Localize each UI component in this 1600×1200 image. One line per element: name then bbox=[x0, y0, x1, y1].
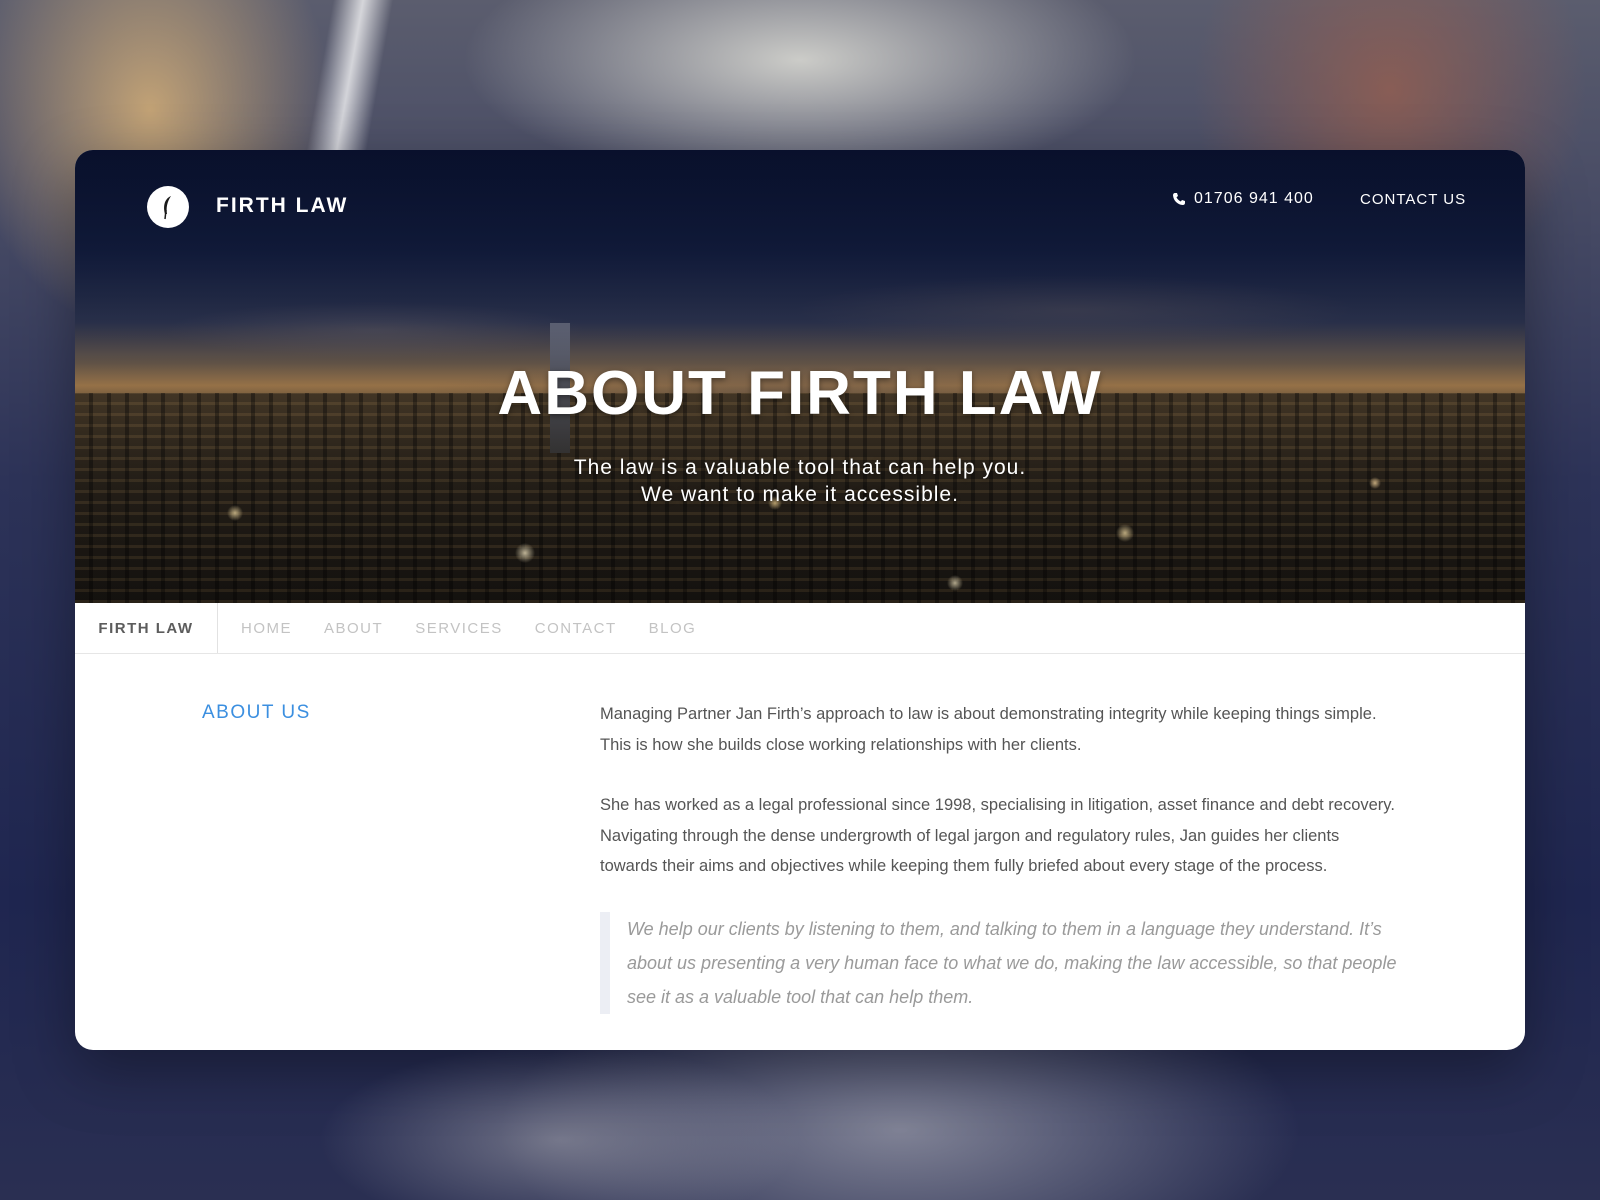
contact-us-link[interactable]: CONTACT US bbox=[1360, 191, 1466, 208]
testimonial-quote: We help our clients by listening to them… bbox=[600, 911, 1400, 1014]
about-body: Managing Partner Jan Firth’s approach to… bbox=[600, 699, 1400, 1014]
hero-title: ABOUT FIRTH LAW bbox=[497, 359, 1103, 428]
nav-item-about[interactable]: ABOUT bbox=[324, 620, 383, 637]
nav-item-contact[interactable]: CONTACT bbox=[535, 620, 617, 637]
nav-brand[interactable]: FIRTH LAW bbox=[75, 603, 218, 653]
main-navigation: FIRTH LAW HOME ABOUT SERVICES CONTACT BL… bbox=[75, 603, 1525, 654]
nav-links: HOME ABOUT SERVICES CONTACT BLOG bbox=[218, 603, 728, 653]
hero-subtitle-line2: We want to make it accessible. bbox=[641, 483, 959, 506]
hero-subtitle: The law is a valuable tool that can help… bbox=[75, 454, 1525, 508]
feather-logo-icon[interactable] bbox=[147, 186, 189, 228]
top-bar: FIRTH LAW 01706 941 400 CONTACT US bbox=[75, 150, 1525, 270]
hero-subtitle-line1: The law is a valuable tool that can help… bbox=[573, 456, 1027, 479]
paragraph-approach: Managing Partner Jan Firth’s approach to… bbox=[600, 705, 1377, 754]
nav-item-home[interactable]: HOME bbox=[241, 620, 292, 637]
nav-item-blog[interactable]: BLOG bbox=[649, 620, 697, 637]
nav-item-services[interactable]: SERVICES bbox=[415, 620, 503, 637]
phone-icon bbox=[1172, 192, 1186, 206]
browser-window: FIRTH LAW 01706 941 400 CONTACT US ABOUT… bbox=[75, 150, 1525, 1050]
brand-name[interactable]: FIRTH LAW bbox=[216, 194, 348, 218]
phone-number[interactable]: 01706 941 400 bbox=[1172, 190, 1314, 208]
hero-banner: FIRTH LAW 01706 941 400 CONTACT US ABOUT… bbox=[75, 150, 1525, 603]
paragraph-experience: She has worked as a legal professional s… bbox=[600, 796, 1395, 875]
section-title: ABOUT US bbox=[202, 702, 311, 723]
phone-number-text: 01706 941 400 bbox=[1194, 190, 1314, 207]
background-glare bbox=[306, 0, 394, 150]
